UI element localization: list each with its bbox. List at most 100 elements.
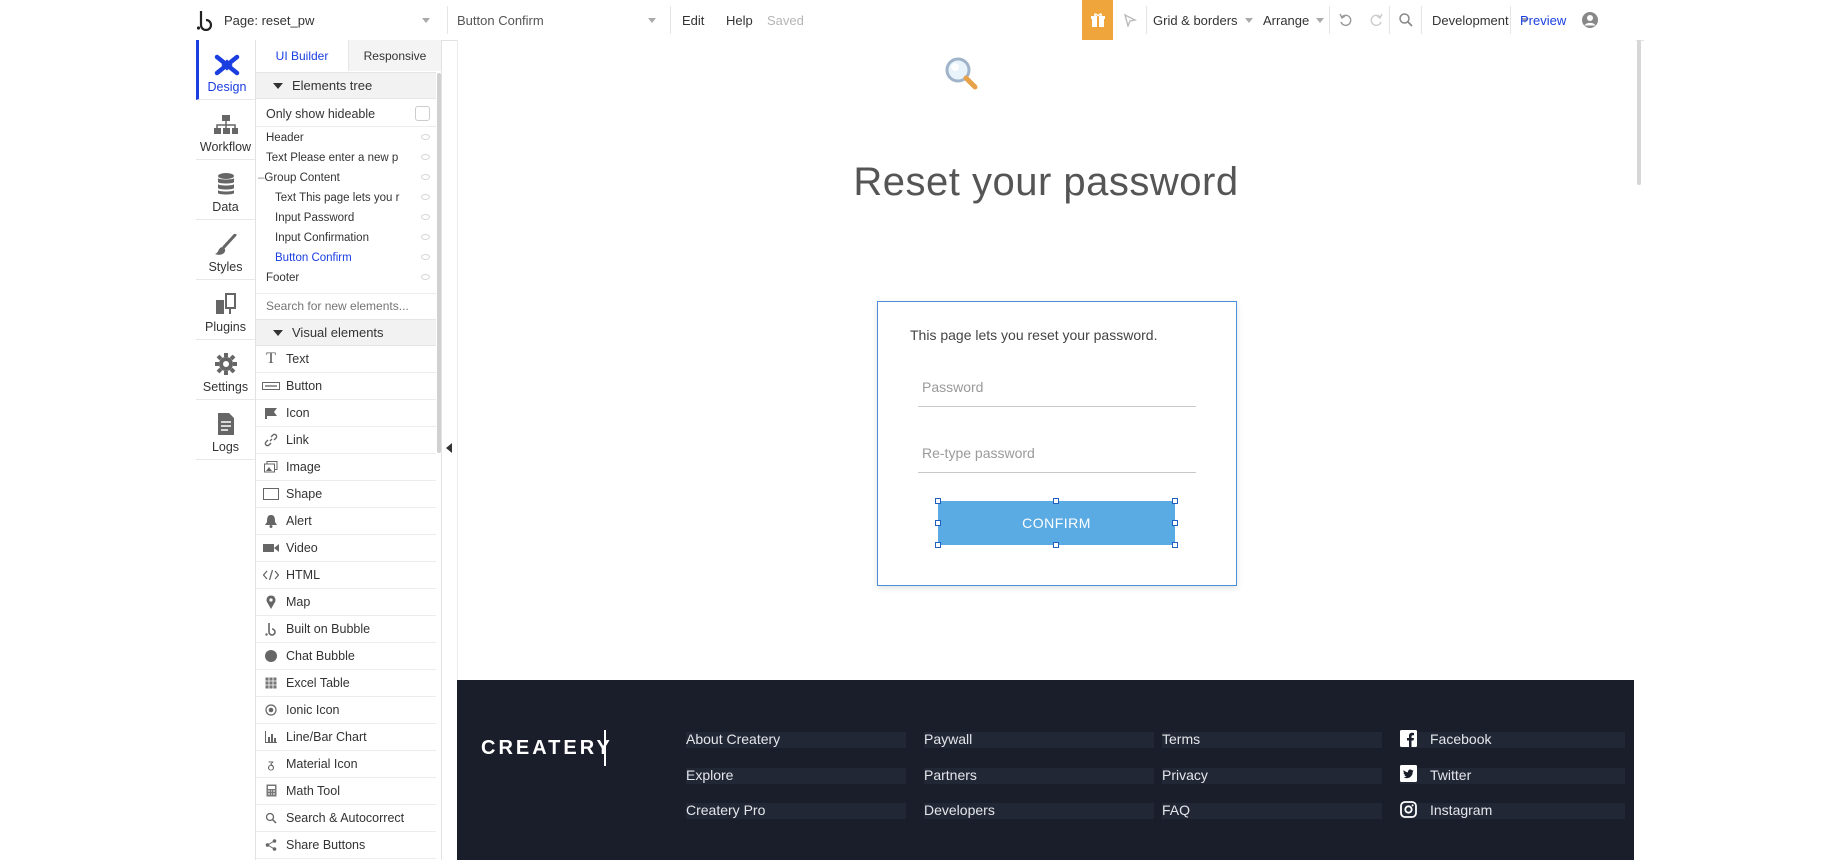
eye-icon[interactable] <box>421 194 430 200</box>
visual-element-chat-bubble[interactable]: Chat Bubble <box>256 642 436 670</box>
eye-icon[interactable] <box>421 254 430 260</box>
elements-tree-header[interactable]: Elements tree <box>256 72 436 99</box>
footer-link[interactable]: Privacy <box>1162 767 1208 783</box>
footer-social-link[interactable]: Twitter <box>1430 767 1471 783</box>
triangle-down-icon <box>273 82 283 89</box>
tree-item[interactable]: Input Confirmation <box>256 228 436 248</box>
nav-workflow[interactable]: Workflow <box>196 100 255 160</box>
confirm-button[interactable]: CONFIRM <box>938 501 1175 545</box>
page-selector[interactable]: Page: reset_pw <box>224 0 434 40</box>
visual-element-label: Text <box>286 351 309 366</box>
left-navigation: Design Workflow Data Styles Plugins Sett… <box>196 40 256 860</box>
visual-element-material-icon[interactable]: ᵹ Material Icon <box>256 750 436 778</box>
eye-icon[interactable] <box>421 134 430 140</box>
visual-element-share-buttons[interactable]: Share Buttons <box>256 831 436 859</box>
help-menu[interactable]: Help <box>726 0 753 40</box>
footer-link[interactable]: Explore <box>686 767 733 783</box>
resize-handle[interactable] <box>1172 520 1178 526</box>
environment-selector[interactable]: Development <box>1432 0 1529 40</box>
nav-settings[interactable]: Settings <box>196 340 255 400</box>
search-elements-input[interactable] <box>256 293 436 317</box>
resize-handle[interactable] <box>935 498 941 504</box>
footer-brand[interactable]: CREATERY <box>481 737 613 760</box>
tree-item[interactable]: Input Password <box>256 208 436 228</box>
visual-element-label: Share Buttons <box>286 837 366 852</box>
visual-element-built-on-bubble[interactable]: Built on Bubble <box>256 615 436 643</box>
footer-link[interactable]: Createry Pro <box>686 802 765 818</box>
account-avatar-icon[interactable] <box>1581 0 1599 40</box>
grid-borders-menu[interactable]: Grid & borders <box>1153 0 1253 40</box>
footer-link[interactable]: FAQ <box>1162 802 1190 818</box>
visual-element-text[interactable]: T Text <box>256 345 436 373</box>
eye-icon[interactable] <box>421 154 430 160</box>
visual-element-image[interactable]: Image <box>256 453 436 481</box>
tab-ui-builder[interactable]: UI Builder <box>256 40 348 71</box>
facebook-icon[interactable] <box>1400 730 1417 747</box>
eye-icon[interactable] <box>421 214 430 220</box>
top-toolbar: Page: reset_pw Button Confirm Edit Help … <box>196 0 1644 41</box>
footer-link[interactable]: About Createry <box>686 731 780 747</box>
eye-icon[interactable] <box>421 234 430 240</box>
footer-link[interactable]: Developers <box>924 802 995 818</box>
footer-link[interactable]: Paywall <box>924 731 972 747</box>
nav-logs[interactable]: Logs <box>196 400 255 460</box>
tab-responsive[interactable]: Responsive <box>348 40 441 71</box>
nav-plugins[interactable]: Plugins <box>196 280 255 340</box>
visual-elements-header[interactable]: Visual elements <box>256 319 436 346</box>
visual-element-math-tool[interactable]: Math Tool <box>256 777 436 805</box>
visual-element-search-autocorrect[interactable]: Search & Autocorrect <box>256 804 436 832</box>
nav-design[interactable]: Design <box>196 40 255 100</box>
retype-password-field[interactable] <box>918 433 1196 473</box>
visual-element-line-bar-chart[interactable]: Line/Bar Chart <box>256 723 436 751</box>
resize-handle[interactable] <box>935 542 941 548</box>
edit-menu[interactable]: Edit <box>682 0 704 40</box>
footer-link[interactable]: Terms <box>1162 731 1200 747</box>
footer-social-link[interactable]: Facebook <box>1430 731 1491 747</box>
undo-icon[interactable] <box>1338 0 1354 40</box>
redo-icon[interactable] <box>1368 0 1384 40</box>
footer-social-link[interactable]: Instagram <box>1430 802 1492 818</box>
bubble-logo-icon[interactable] <box>196 0 216 40</box>
visual-element-icon[interactable]: Icon <box>256 399 436 427</box>
gift-button[interactable] <box>1082 0 1113 40</box>
element-selector-label: Button Confirm <box>457 12 544 28</box>
visual-element-link[interactable]: Link <box>256 426 436 454</box>
password-field[interactable] <box>918 367 1196 407</box>
tree-item[interactable]: Text Please enter a new p <box>256 148 436 168</box>
visual-element-map[interactable]: Map <box>256 588 436 616</box>
tree-item-selected[interactable]: Button Confirm <box>256 248 436 268</box>
visual-element-shape[interactable]: Shape <box>256 480 436 508</box>
preview-button[interactable]: Preview <box>1520 0 1566 40</box>
visual-element-ionic-icon[interactable]: Ionic Icon <box>256 696 436 724</box>
visual-element-video[interactable]: Video <box>256 534 436 562</box>
visual-element-excel-table[interactable]: Excel Table <box>256 669 436 697</box>
hideable-checkbox[interactable] <box>415 106 430 121</box>
eye-icon[interactable] <box>421 274 430 280</box>
twitter-icon[interactable] <box>1400 765 1417 782</box>
resize-handle[interactable] <box>1172 498 1178 504</box>
chevron-down-icon <box>1244 17 1253 23</box>
tree-item[interactable]: – Group Content <box>256 168 436 188</box>
arrange-menu[interactable]: Arrange <box>1263 0 1325 40</box>
panel-scrollbar[interactable] <box>437 73 441 453</box>
nav-styles[interactable]: Styles <box>196 220 255 280</box>
resize-handle[interactable] <box>1172 542 1178 548</box>
resize-handle[interactable] <box>935 520 941 526</box>
eye-icon[interactable] <box>421 174 430 180</box>
footer-link[interactable]: Partners <box>924 767 977 783</box>
visual-element-html[interactable]: HTML <box>256 561 436 589</box>
tree-item[interactable]: Text This page lets you r <box>256 188 436 208</box>
collapse-panel-arrow-icon[interactable] <box>446 443 452 453</box>
resize-handle[interactable] <box>1053 542 1059 548</box>
visual-element-button[interactable]: Button <box>256 372 436 400</box>
element-selector[interactable]: Button Confirm <box>457 0 660 40</box>
nav-data[interactable]: Data <box>196 160 255 220</box>
canvas-scrollbar[interactable] <box>1637 40 1641 185</box>
instagram-icon[interactable] <box>1400 801 1417 818</box>
search-icon[interactable] <box>1398 0 1414 40</box>
resize-handle[interactable] <box>1053 498 1059 504</box>
visual-element-alert[interactable]: Alert <box>256 507 436 535</box>
tree-item[interactable]: Header <box>256 128 436 148</box>
selector-cursor-icon[interactable] <box>1123 0 1137 40</box>
tree-item[interactable]: Footer <box>256 268 436 288</box>
